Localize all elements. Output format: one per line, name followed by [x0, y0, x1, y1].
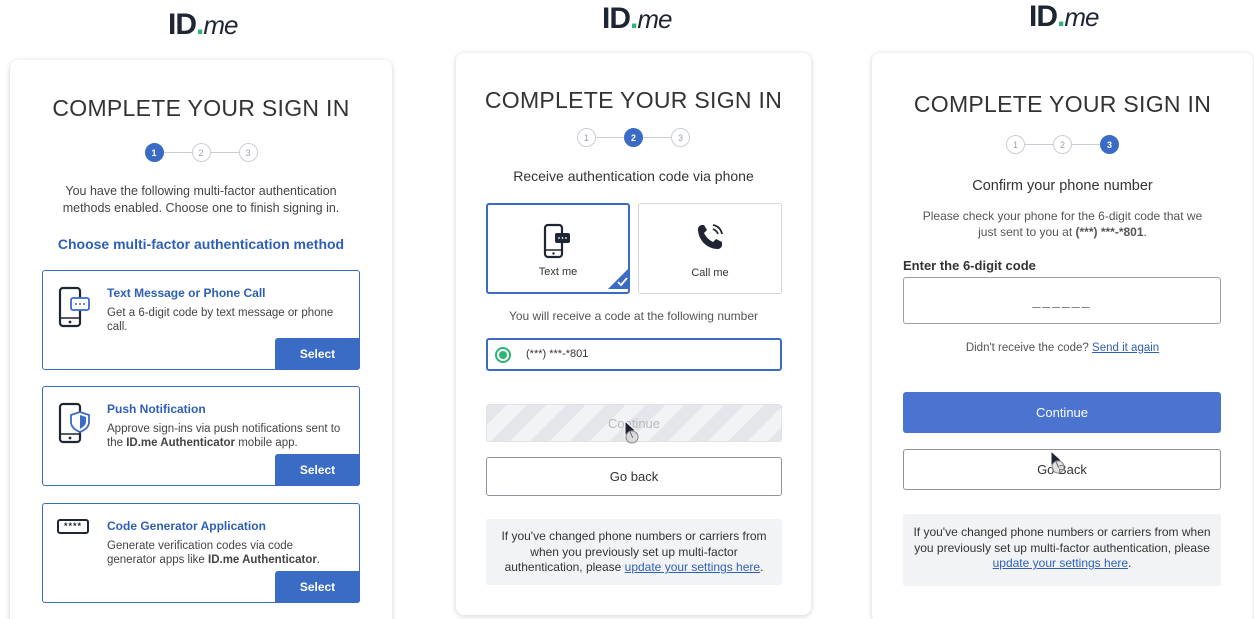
option-label: Text me	[538, 266, 578, 278]
receive-code-text: You will receive a code at the following…	[508, 309, 759, 323]
select-button[interactable]: Select	[275, 338, 360, 370]
sign-in-panel-confirm-phone: COMPLETE YOUR SIGN IN 1 2 3 Confirm your…	[872, 53, 1253, 619]
subtitle: Receive authentication code via phone	[513, 168, 754, 184]
method-description: Approve sign-ins via push notifications …	[107, 423, 341, 449]
phone-call-icon	[694, 220, 728, 259]
intro-text: You have the following multi-factor auth…	[62, 184, 340, 215]
option-call-me[interactable]: Call me	[638, 203, 782, 294]
code-input-label: Enter the 6-digit code	[903, 258, 1036, 273]
cursor-icon	[623, 419, 645, 451]
cursor-icon	[1049, 449, 1071, 481]
step-2: 2	[191, 143, 211, 162]
update-settings-link[interactable]: update your settings here	[993, 556, 1128, 570]
progress-stepper: 1 2 3	[10, 143, 392, 162]
subtitle: Confirm your phone number	[972, 178, 1153, 194]
step-2: 2	[1053, 135, 1072, 154]
idme-logo: ID.me	[168, 8, 238, 41]
phone-number-option[interactable]: (***) ***-*801	[486, 338, 782, 371]
idme-logo: ID.me	[602, 2, 672, 35]
step-3: 3	[1100, 135, 1119, 154]
radio-selected-icon[interactable]	[495, 347, 511, 363]
sign-in-panel-method-choice: COMPLETE YOUR SIGN IN 1 2 3 You have the…	[10, 60, 392, 619]
resend-row: Didn't receive the code? Send it again	[965, 342, 1160, 354]
step-1: 1	[144, 143, 164, 162]
step-1: 1	[1006, 135, 1025, 154]
info-box: If you've changed phone numbers or carri…	[903, 514, 1221, 586]
step-3: 3	[671, 128, 690, 147]
check-phone-text: Please check your phone for the 6-digit …	[922, 209, 1203, 239]
step-1: 1	[577, 128, 596, 147]
page-title: COMPLETE YOUR SIGN IN	[913, 91, 1212, 117]
step-3: 3	[238, 143, 258, 162]
method-code-generator[interactable]: **** Code Generator Application Generate…	[42, 503, 360, 603]
step-2: 2	[624, 128, 643, 147]
method-heading: Choose multi-factor authentication metho…	[57, 236, 345, 252]
sign-in-panel-phone-method: COMPLETE YOUR SIGN IN 1 2 3 Receive auth…	[456, 53, 811, 615]
method-title: Code Generator Application	[107, 519, 266, 533]
continue-button[interactable]: Continue	[903, 392, 1221, 433]
idme-logo: ID.me	[1029, 0, 1099, 33]
phone-message-icon	[543, 223, 573, 266]
phone-shield-icon	[57, 401, 93, 452]
phone-message-icon	[57, 285, 93, 336]
method-title: Text Message or Phone Call	[107, 286, 266, 300]
select-button[interactable]: Select	[275, 571, 360, 603]
method-text-message[interactable]: Text Message or Phone Call Get a 6-digit…	[42, 270, 360, 370]
code-input[interactable]: ______	[903, 277, 1221, 324]
info-box: If you've changed phone numbers or carri…	[486, 519, 782, 585]
page-title: COMPLETE YOUR SIGN IN	[52, 95, 350, 121]
phone-number-value: (***) ***-*801	[526, 348, 589, 360]
checkmark-icon	[608, 267, 630, 294]
option-text-me[interactable]: Text me	[486, 203, 630, 294]
option-label: Call me	[691, 267, 729, 279]
go-back-button[interactable]: Go back	[486, 457, 782, 496]
progress-stepper: 1 2 3	[456, 128, 811, 147]
send-again-link[interactable]: Send it again	[1092, 342, 1159, 354]
method-push-notification[interactable]: Push Notification Approve sign-ins via p…	[42, 386, 360, 486]
select-button[interactable]: Select	[275, 454, 360, 486]
page-title: COMPLETE YOUR SIGN IN	[484, 87, 783, 113]
password-code-icon: ****	[57, 516, 89, 534]
progress-stepper: 1 2 3	[872, 135, 1253, 154]
method-title: Push Notification	[107, 402, 206, 416]
method-description: Generate verification codes via code gen…	[107, 540, 321, 566]
update-settings-link[interactable]: update your settings here	[625, 560, 760, 574]
method-description: Get a 6-digit code by text message or ph…	[107, 307, 334, 333]
